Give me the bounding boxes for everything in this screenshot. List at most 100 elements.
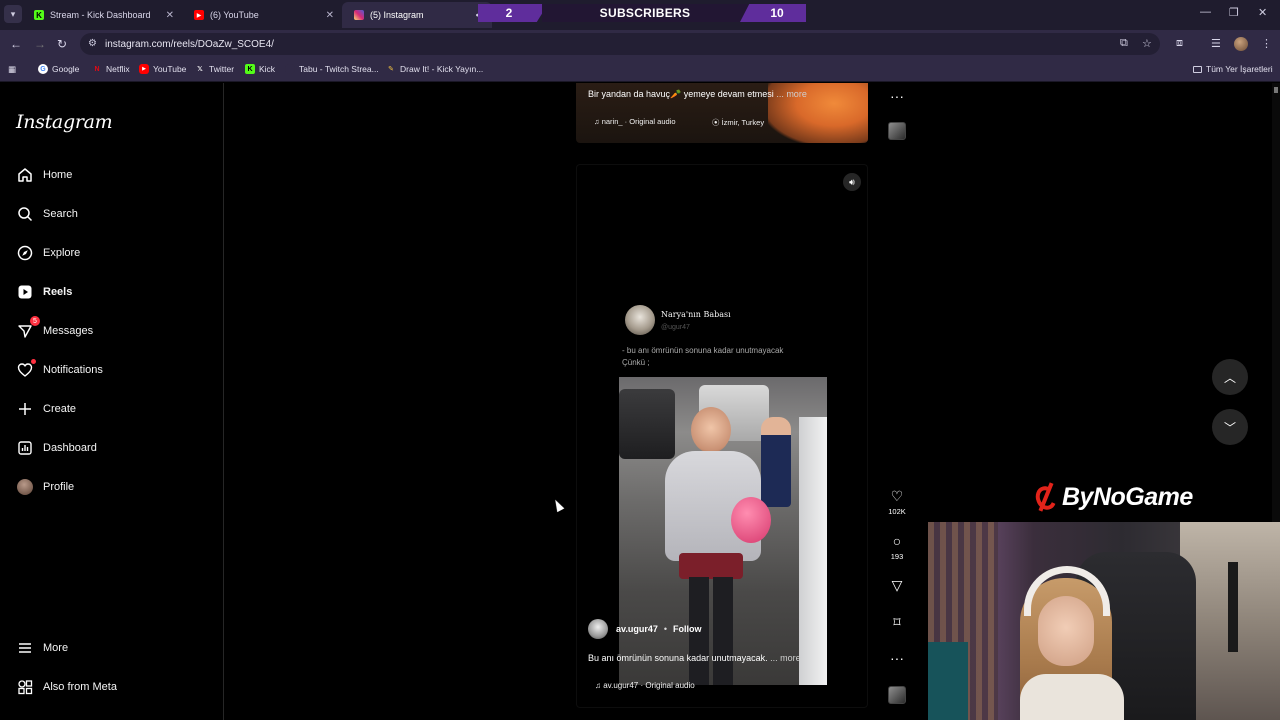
sidebar-item-messages[interactable]: 5 Messages: [16, 316, 93, 343]
minimize-icon[interactable]: —: [1200, 6, 1211, 18]
streamer-webcam: [928, 522, 1280, 720]
twitch-icon: [285, 64, 295, 74]
volume-icon[interactable]: 🔊︎: [843, 173, 861, 191]
bookmark-star-icon[interactable]: ☆: [1142, 37, 1152, 50]
chevron-down-icon: ﹀: [1223, 420, 1236, 435]
tab-kick-dashboard[interactable]: K Stream - Kick Dashboard ✕: [22, 2, 182, 28]
previous-reel-audio-thumb[interactable]: [884, 122, 910, 140]
tab-title: Stream - Kick Dashboard: [50, 10, 151, 20]
sidebar-item-home[interactable]: Home: [16, 163, 72, 187]
next-reel-button[interactable]: ﹀: [1212, 409, 1248, 445]
bookmark-kick[interactable]: K Kick: [245, 64, 275, 74]
reel-caption: Bu anı ömrünün sonuna kadar unutmayacak.…: [588, 653, 801, 663]
sidebar-item-create[interactable]: Create: [16, 397, 76, 421]
previous-reel-button[interactable]: ︿: [1212, 359, 1248, 395]
apps-grid-icon[interactable]: ▦: [8, 64, 16, 75]
subscribers-left-count: 2: [478, 4, 548, 22]
close-icon[interactable]: ✕: [166, 10, 174, 21]
bookmark-youtube[interactable]: ▶ YouTube: [139, 64, 186, 74]
media-control-icon[interactable]: ☰: [1211, 37, 1221, 50]
browser-menu-icon[interactable]: ⋮: [1261, 37, 1272, 50]
sidebar-item-search[interactable]: Search: [16, 202, 78, 226]
sidebar-item-explore[interactable]: Explore: [16, 241, 80, 265]
comment-icon: ○: [892, 533, 902, 549]
avatar[interactable]: [588, 619, 608, 639]
reel-username[interactable]: av.ugur47: [616, 624, 658, 634]
video-car-dark: [619, 389, 675, 459]
previous-reel[interactable]: Bir yandan da havuç🥕 yemeye devam etmesi…: [576, 83, 868, 143]
sidebar-item-reels[interactable]: Reels: [16, 280, 72, 304]
tweet-text: - bu anı ömrünün sonuna kadar unutmayaca…: [622, 346, 784, 367]
notification-dot: [31, 359, 36, 364]
more-link[interactable]: ... more: [770, 653, 801, 663]
hamburger-icon: [16, 639, 34, 657]
kick-icon: K: [245, 64, 255, 74]
instagram-sidebar: Instagram Home Search Explore Reels 5 Me…: [0, 83, 224, 720]
share-button[interactable]: ▽: [884, 577, 910, 593]
sponsor-name: ByNoGame: [1062, 482, 1193, 511]
bookmark-netflix[interactable]: N Netflix: [92, 64, 129, 74]
restore-icon[interactable]: ❐: [1229, 6, 1239, 19]
reel-audio-link[interactable]: ♫ av.ugur47 · Original audio: [595, 681, 695, 690]
extensions-icon[interactable]: ⧈: [1176, 37, 1183, 50]
reel-video-player[interactable]: 🔊︎ Narya'nın Babası @ugur47 - bu anı ömr…: [576, 164, 868, 708]
close-icon[interactable]: ✕: [326, 10, 334, 21]
browser-tab-strip: ▾ K Stream - Kick Dashboard ✕ ▶ (6) YouT…: [0, 0, 1280, 30]
previous-reel-more-options[interactable]: ···: [884, 88, 910, 104]
forward-arrow-icon[interactable]: →: [34, 37, 46, 51]
comment-button[interactable]: ○ 193: [884, 533, 910, 561]
tab-youtube[interactable]: ▶ (6) YouTube ✕: [182, 2, 342, 28]
tweet-author-name: Narya'nın Babası: [661, 309, 731, 319]
messenger-icon: 5: [16, 316, 40, 340]
plus-icon: [16, 400, 34, 418]
tab-title: (5) Instagram: [370, 10, 424, 20]
kick-icon: K: [34, 10, 44, 20]
share-icon: ▽: [891, 577, 903, 593]
more-options-button[interactable]: ···: [884, 650, 910, 666]
install-app-icon[interactable]: ⧉: [1120, 37, 1128, 50]
sidebar-item-profile[interactable]: Profile: [16, 475, 74, 499]
sidebar-item-notifications[interactable]: Notifications: [16, 358, 103, 382]
all-bookmarks[interactable]: Tüm Yer İşaretleri: [1193, 64, 1273, 74]
site-info-icon[interactable]: ⚙︎: [88, 38, 97, 49]
sidebar-item-dashboard[interactable]: Dashboard: [16, 436, 97, 460]
audio-thumbnail: [888, 686, 906, 704]
tab-instagram[interactable]: (5) Instagram 🔈︎: [342, 2, 492, 28]
messages-badge: 5: [30, 316, 40, 326]
comment-count: 193: [890, 552, 904, 561]
subscribers-overlay: 2 SUBSCRIBERS 10: [478, 4, 806, 22]
audio-thumbnail-button[interactable]: [884, 686, 910, 704]
bookmark-google[interactable]: G Google: [38, 64, 79, 74]
draw-icon: ✎: [388, 66, 394, 73]
like-button[interactable]: ♡ 102K: [884, 488, 910, 516]
browser-profile-avatar[interactable]: [1234, 37, 1248, 51]
back-arrow-icon[interactable]: ←: [10, 37, 22, 51]
instagram-logo[interactable]: Instagram: [16, 111, 113, 133]
reels-icon: [16, 283, 34, 301]
scrollbar-up-arrow[interactable]: [1274, 87, 1278, 93]
webcam-teal-object: [928, 642, 968, 720]
bookmark-tabu[interactable]: Tabu - Twitch Strea...: [285, 64, 379, 74]
previous-reel-audio[interactable]: ♫ narin_ · Original audio: [594, 117, 676, 126]
more-link[interactable]: ... more: [776, 89, 807, 99]
url-input[interactable]: ⚙︎ instagram.com/reels/DOaZw_SCOE4/: [80, 33, 1160, 55]
save-button[interactable]: ⌑: [884, 614, 910, 630]
bookmark-twitter[interactable]: 𝕏 Twitter: [195, 64, 234, 74]
follow-button[interactable]: Follow: [673, 624, 702, 634]
previous-reel-location[interactable]: ⦿ İzmir, Turkey: [712, 117, 764, 128]
reload-icon[interactable]: ↻: [57, 37, 67, 51]
tweet-author-handle: @ugur47: [661, 323, 690, 331]
sidebar-item-more[interactable]: More: [16, 636, 68, 660]
bookmark-draw-it[interactable]: ✎ Draw It! - Kick Yayın...: [386, 64, 483, 74]
webcam-streamer-body: [1020, 674, 1124, 720]
reel-author: av.ugur47 • Follow: [588, 619, 702, 639]
tab-search-button[interactable]: ▾: [4, 5, 22, 23]
bynogame-mark-icon: [1032, 482, 1060, 513]
chevron-up-icon: ︿: [1223, 370, 1236, 385]
avatar: [16, 478, 34, 496]
sidebar-item-also-from-meta[interactable]: Also from Meta: [16, 675, 117, 699]
heart-icon: ♡: [890, 488, 904, 504]
more-options-icon: ···: [890, 88, 904, 104]
meta-apps-icon: [16, 678, 34, 696]
close-window-icon[interactable]: ✕: [1258, 6, 1267, 19]
